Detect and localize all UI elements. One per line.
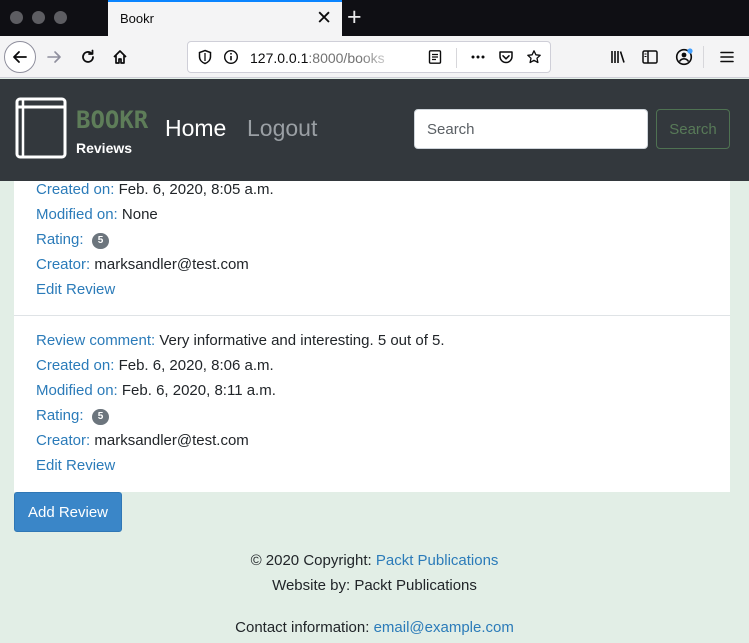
review-created-row: Created on: Feb. 6, 2020, 8:05 a.m. (36, 181, 274, 198)
rating-label: Rating: (36, 231, 84, 248)
nav-home-link[interactable]: Home (165, 115, 226, 142)
tab-title: Bookr (120, 11, 154, 26)
more-icon[interactable] (465, 44, 491, 70)
book-logo-icon[interactable] (15, 97, 67, 159)
review-card (14, 181, 730, 315)
library-icon[interactable] (605, 44, 631, 70)
url-fade (360, 44, 400, 70)
url-bar[interactable]: 127.0.0.1:8000/books (187, 41, 551, 73)
review-comment-row: Review comment: Very informative and int… (36, 332, 445, 349)
brand-name[interactable]: BOOKR (76, 106, 148, 134)
creator-label: Creator: (36, 256, 91, 273)
pocket-icon[interactable] (493, 44, 519, 70)
reader-view-icon[interactable] (422, 44, 448, 70)
creator-value: marksandler@test.com (94, 432, 249, 449)
comment-value: Very informative and interesting. 5 out … (159, 332, 445, 349)
forward-icon[interactable] (41, 44, 67, 70)
window-maximize-dot[interactable] (54, 11, 67, 24)
review-creator-row: Creator: marksandler@test.com (36, 256, 249, 273)
review-creator-row: Creator: marksandler@test.com (36, 432, 249, 449)
window-minimize-dot[interactable] (32, 11, 45, 24)
review-rating-row: Rating: 5 (36, 231, 110, 249)
browser-toolbar: 127.0.0.1:8000/books (0, 36, 749, 78)
rating-label: Rating: (36, 407, 84, 424)
account-icon[interactable] (671, 44, 697, 70)
created-label: Created on: (36, 181, 115, 198)
info-icon[interactable] (218, 44, 244, 70)
comment-label: Review comment: (36, 332, 156, 349)
back-icon[interactable] (4, 41, 36, 73)
contact-text: Contact information: (235, 619, 370, 636)
review-modified-row: Modified on: None (36, 206, 158, 223)
window-close-dot[interactable] (10, 11, 23, 24)
brand-subtitle[interactable]: Reviews (76, 140, 132, 156)
copyright-link[interactable]: Packt Publications (376, 552, 499, 569)
footer-copyright: © 2020 Copyright: Packt Publications (0, 552, 749, 569)
urlbar-separator (456, 48, 457, 68)
footer-website-by: Website by: Packt Publications (272, 577, 477, 594)
star-icon[interactable] (521, 44, 547, 70)
modified-label: Modified on: (36, 206, 118, 223)
shield-icon[interactable] (192, 44, 218, 70)
search-button[interactable]: Search (656, 109, 730, 149)
modified-label: Modified on: (36, 382, 118, 399)
search-input[interactable] (414, 109, 648, 149)
toolbar-separator (703, 46, 704, 68)
creator-label: Creator: (36, 432, 91, 449)
tab-close-icon[interactable]: ✕ (316, 8, 332, 30)
rating-badge: 5 (91, 409, 110, 425)
footer-contact: Contact information: email@example.com (0, 619, 749, 636)
new-tab-button[interactable]: + (347, 3, 362, 31)
edit-review-link[interactable]: Edit Review (36, 457, 115, 474)
contact-email-link[interactable]: email@example.com (374, 619, 514, 636)
url-host: 127.0.0.1 (250, 50, 309, 66)
modified-value: Feb. 6, 2020, 8:11 a.m. (121, 382, 276, 399)
created-label: Created on: (36, 357, 115, 374)
sidebar-icon[interactable] (637, 44, 663, 70)
review-rating-row: Rating: 5 (36, 407, 110, 425)
created-value: Feb. 6, 2020, 8:06 a.m. (118, 357, 274, 374)
browser-tab[interactable]: Bookr ✕ (108, 0, 342, 36)
review-created-row: Created on: Feb. 6, 2020, 8:06 a.m. (36, 357, 274, 374)
edit-review-row: Edit Review (36, 457, 115, 474)
copyright-text: © 2020 Copyright: (250, 552, 372, 569)
review-modified-row: Modified on: Feb. 6, 2020, 8:11 a.m. (36, 382, 276, 399)
created-value: Feb. 6, 2020, 8:05 a.m. (118, 181, 274, 198)
reload-icon[interactable] (75, 44, 101, 70)
nav-logout-link[interactable]: Logout (247, 115, 317, 142)
menu-icon[interactable] (714, 44, 740, 70)
edit-review-link[interactable]: Edit Review (36, 281, 115, 298)
home-icon[interactable] (107, 44, 133, 70)
rating-badge: 5 (91, 233, 110, 249)
add-review-button[interactable]: Add Review (14, 492, 122, 532)
modified-value: None (121, 206, 158, 223)
creator-value: marksandler@test.com (94, 256, 249, 273)
edit-review-row: Edit Review (36, 281, 115, 298)
browser-tab-strip: Bookr ✕ + (0, 0, 749, 36)
